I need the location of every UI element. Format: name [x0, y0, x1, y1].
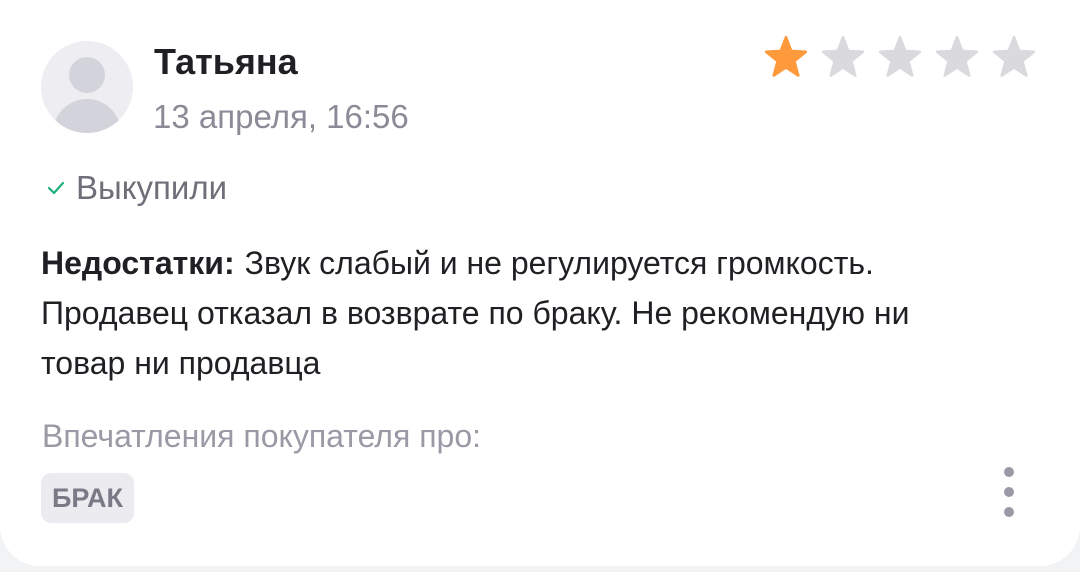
check-icon — [47, 181, 65, 195]
avatar-body — [53, 99, 121, 133]
star-empty-icon — [935, 35, 979, 77]
more-dot — [1004, 487, 1014, 497]
impressions-label: Впечатления покупателя про: — [42, 418, 481, 454]
avatar — [41, 41, 133, 133]
more-vertical-icon[interactable] — [993, 462, 1025, 522]
avatar-head — [69, 57, 105, 93]
review-date: 13 апреля, 16:56 — [153, 98, 409, 135]
star-rating — [764, 35, 1036, 79]
cons-label: Недостатки: — [41, 245, 235, 281]
star-empty-icon — [821, 35, 865, 77]
review-card: Татьяна 13 апреля, 16:56 Выкупили Недост… — [0, 0, 1080, 566]
review-text: Недостатки: Звук слабый и не регулируется… — [41, 238, 991, 388]
author-name: Татьяна — [154, 41, 298, 82]
tag-defect[interactable]: БРАК — [41, 473, 135, 523]
purchased-status: Выкупили — [46, 168, 227, 208]
star-filled-icon — [764, 35, 808, 77]
more-dot — [1004, 507, 1014, 517]
star-empty-icon — [992, 35, 1036, 77]
purchased-label: Выкупили — [76, 169, 228, 206]
star-empty-icon — [878, 35, 922, 77]
more-dot — [1004, 467, 1014, 477]
